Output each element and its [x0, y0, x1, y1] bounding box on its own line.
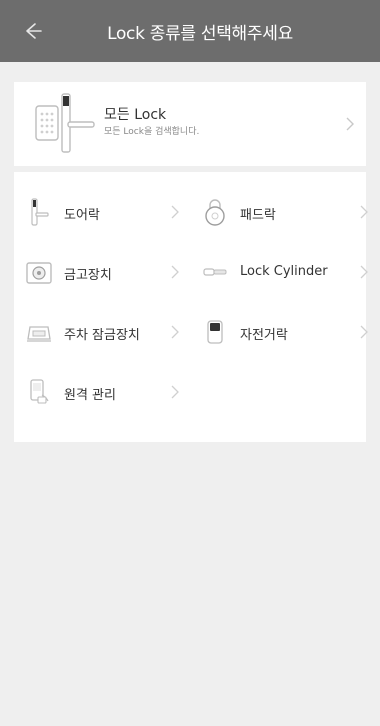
all-lock-title: 모든 Lock [104, 107, 167, 123]
category-label: 금고장치 [64, 268, 112, 283]
chevron-right-icon [169, 204, 181, 220]
category-label: 원격 관리 [64, 388, 116, 403]
door-lock-icon [24, 197, 54, 227]
chevron-right-icon [169, 384, 181, 400]
all-lock-subtitle: 모든 Lock을 검색합니다. [104, 127, 200, 137]
category-grid: 도어락 패드락 금고장치 Lock Cylinder 주차 잠금장치 자전거락 … [14, 172, 368, 442]
category-label: 도어락 [64, 208, 100, 223]
category-padlock[interactable]: 패드락 [190, 182, 368, 242]
all-lock-card[interactable]: 모든 Lock 모든 Lock을 검색합니다. [14, 82, 366, 166]
padlock-icon [200, 197, 230, 227]
remote-management-icon [24, 377, 54, 407]
category-parking-lock[interactable]: 주차 잠금장치 [14, 302, 190, 362]
chevron-right-icon [358, 264, 370, 280]
category-remote-management[interactable]: 원격 관리 [14, 362, 190, 422]
chevron-right-icon [358, 324, 370, 340]
door-lock-illustration-icon [32, 92, 98, 156]
category-bike-lock[interactable]: 자전거락 [190, 302, 368, 362]
safe-icon [24, 257, 54, 287]
category-label: 패드락 [240, 208, 276, 223]
chevron-right-icon [358, 204, 370, 220]
app-header: Lock 종류를 선택해주세요 [0, 0, 380, 62]
parking-lock-icon [24, 317, 54, 347]
category-safe[interactable]: 금고장치 [14, 242, 190, 302]
category-label: Lock Cylinder [240, 264, 328, 279]
chevron-right-icon [344, 116, 356, 132]
category-door-lock[interactable]: 도어락 [14, 182, 190, 242]
lock-cylinder-icon [200, 257, 230, 287]
category-label: 주차 잠금장치 [64, 328, 140, 343]
chevron-right-icon [169, 324, 181, 340]
page-title: Lock 종류를 선택해주세요 [107, 23, 293, 44]
category-lock-cylinder[interactable]: Lock Cylinder [190, 242, 368, 302]
category-label: 자전거락 [240, 328, 288, 343]
bike-lock-icon [200, 317, 230, 347]
chevron-right-icon [169, 264, 181, 280]
